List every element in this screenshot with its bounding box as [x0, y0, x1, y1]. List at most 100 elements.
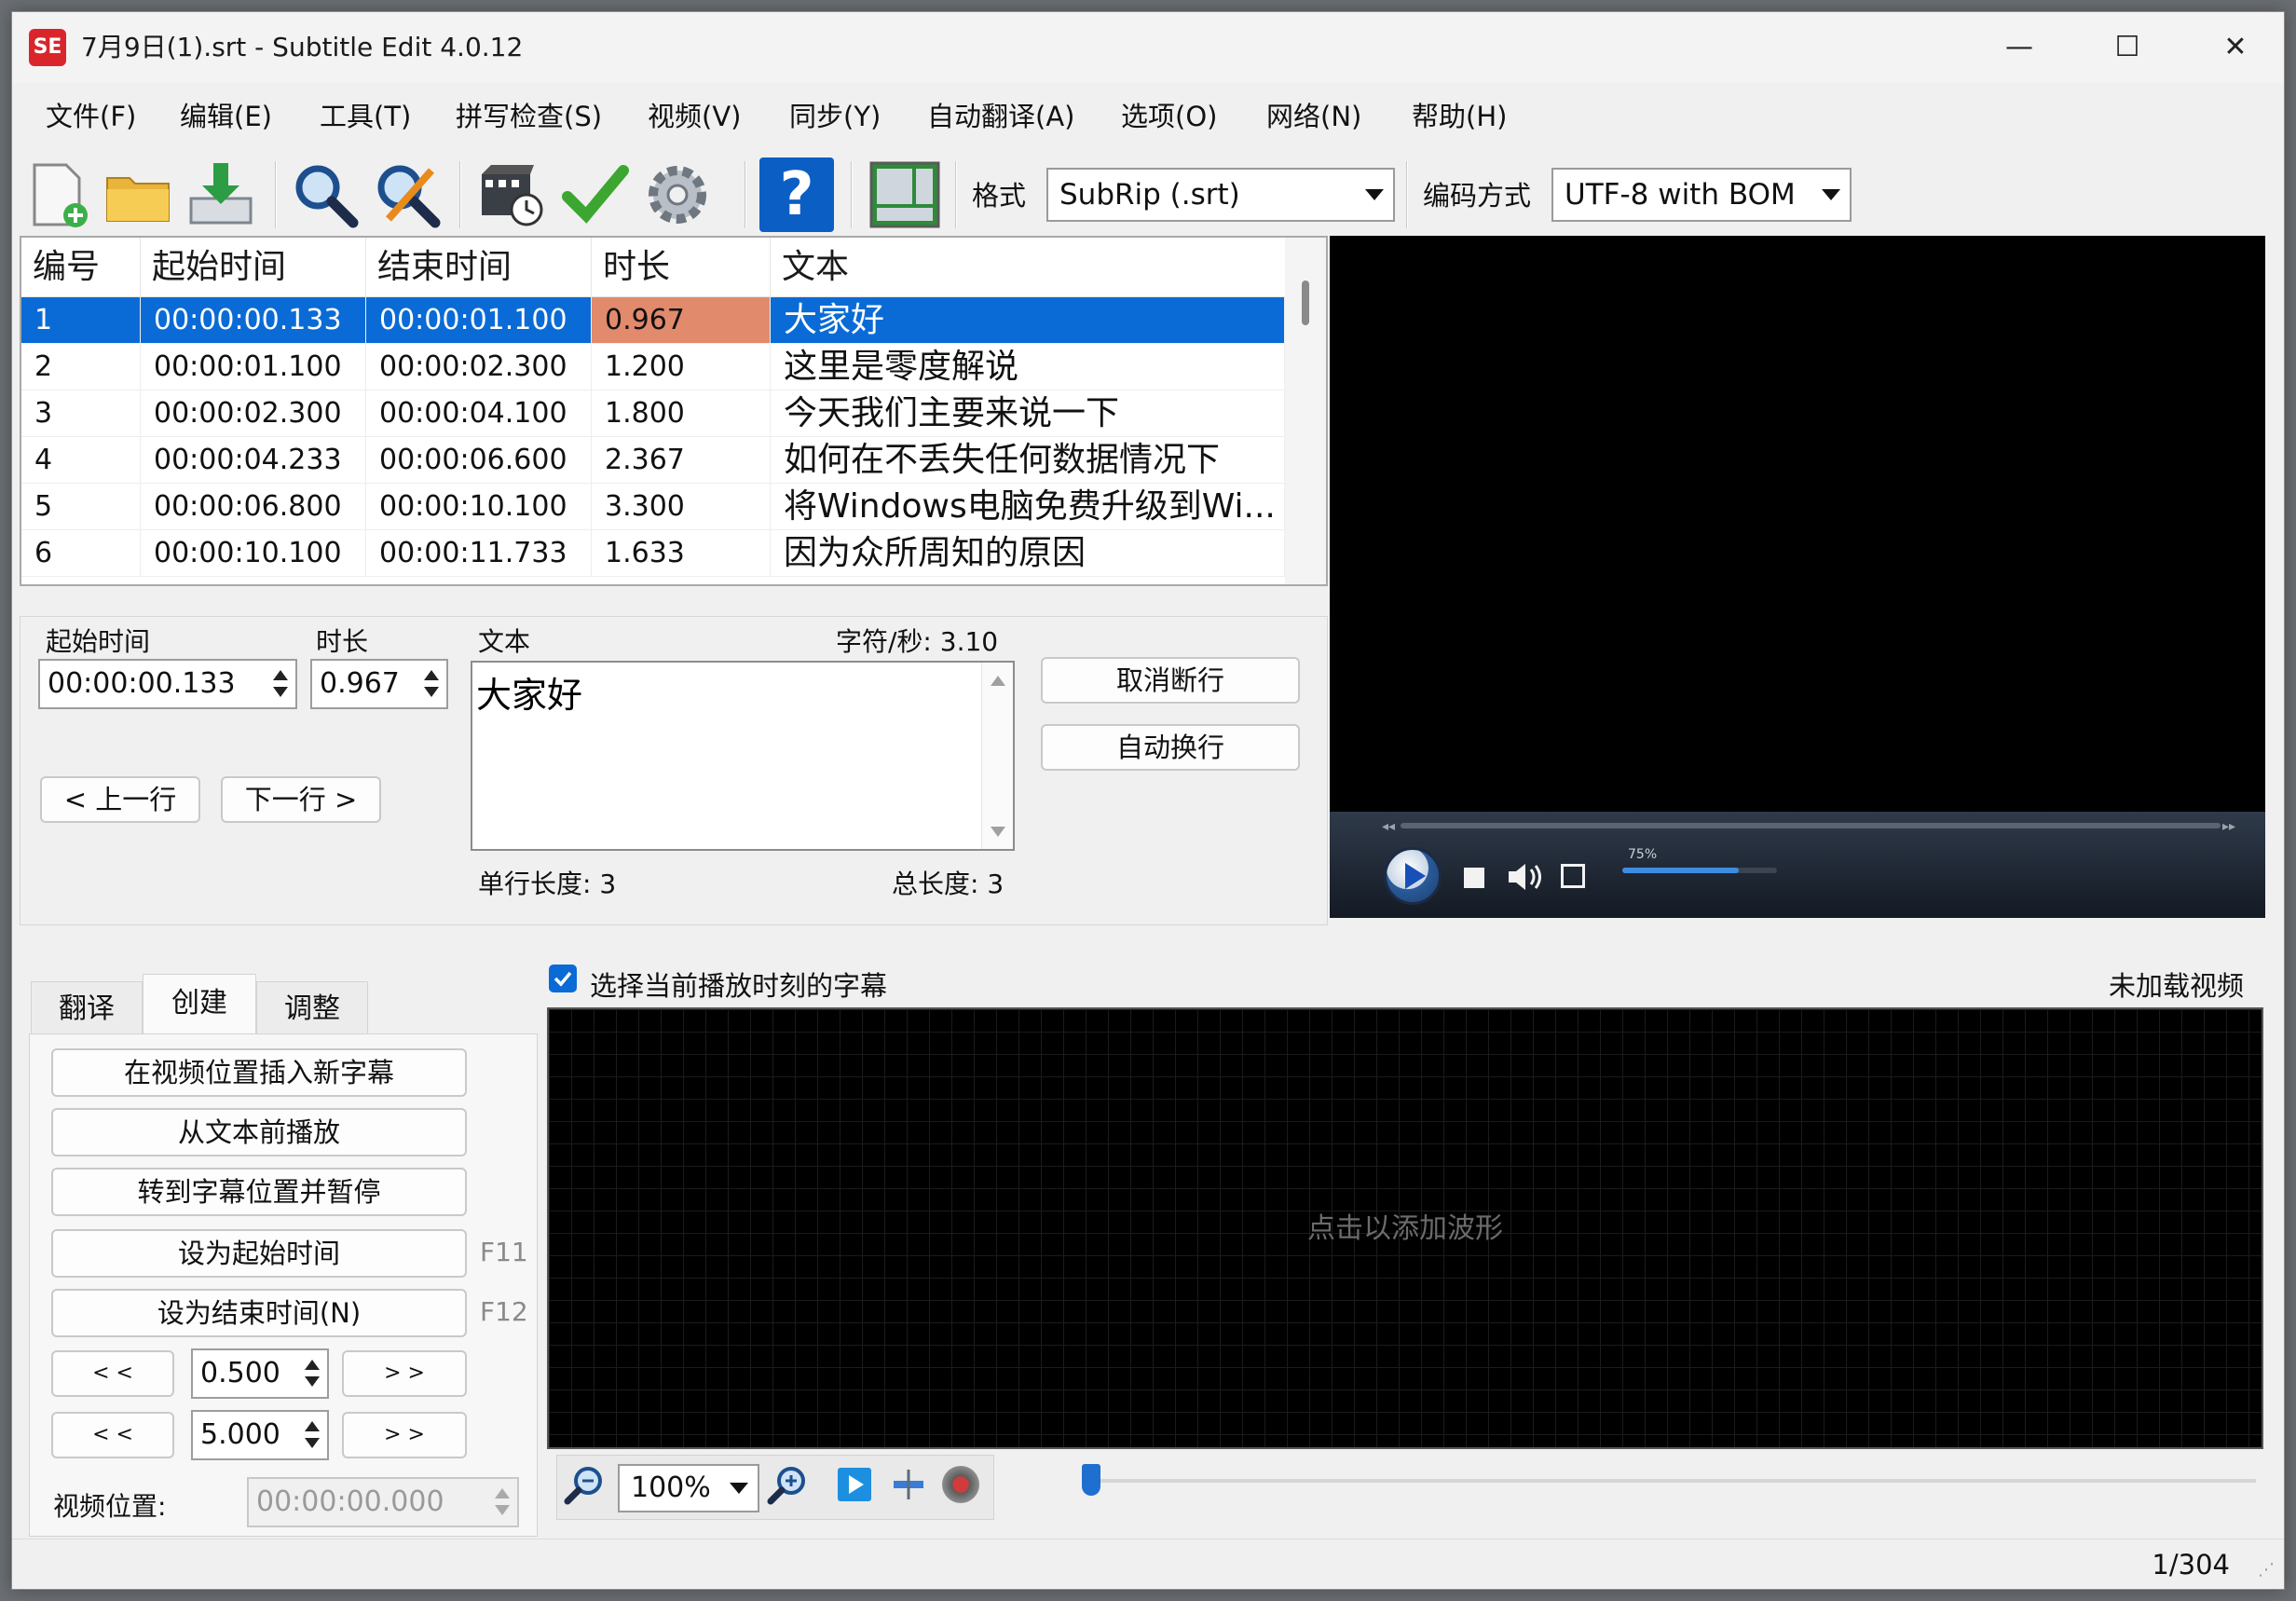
step-forward-button[interactable]: > > — [342, 1350, 467, 1397]
step-large-value: 5.000 — [200, 1418, 280, 1451]
stop-icon[interactable] — [1464, 868, 1484, 888]
open-folder-icon[interactable] — [102, 157, 176, 232]
zoom-select[interactable]: 100% — [618, 1464, 759, 1512]
header-start[interactable]: 起始时间 — [141, 238, 366, 297]
play-from-text-button[interactable]: 从文本前播放 — [51, 1108, 467, 1156]
start-time-input[interactable]: 00:00:00.133 — [38, 659, 297, 709]
menu-video[interactable]: 视频(V) — [648, 83, 741, 150]
menu-network[interactable]: 网络(N) — [1266, 83, 1361, 150]
spin-down-icon[interactable] — [424, 687, 439, 697]
menu-tools[interactable]: 工具(T) — [320, 83, 411, 150]
resize-grip-icon[interactable]: ⋰ — [2258, 1560, 2275, 1580]
spin-up-icon[interactable] — [273, 670, 288, 680]
unbreak-button[interactable]: 取消断行 — [1041, 657, 1300, 704]
video-position-input: 00:00:00.000 — [247, 1477, 519, 1527]
volume-icon[interactable] — [1505, 860, 1546, 897]
tab-create[interactable]: 创建 — [143, 974, 256, 1035]
title-bar: SE 7月9日(1).srt - Subtitle Edit 4.0.12 — … — [12, 12, 2284, 83]
table-row[interactable]: 2 00:00:01.100 00:00:02.300 1.200 这里是零度解… — [21, 344, 1285, 390]
prev-line-button[interactable]: < 上一行 — [40, 776, 200, 823]
table-row[interactable]: 6 00:00:10.100 00:00:11.733 1.633 因为众所周知… — [21, 530, 1285, 577]
encoding-select-value: UTF-8 with BOM — [1565, 178, 1796, 212]
replace-icon[interactable] — [370, 157, 444, 232]
spin-down-icon[interactable] — [305, 1376, 320, 1387]
waveform-position-track[interactable] — [1100, 1479, 2256, 1483]
table-row-selected[interactable]: 1 00:00:00.133 00:00:01.100 0.967 大家好 — [21, 297, 1285, 344]
volume-slider[interactable] — [1622, 868, 1777, 873]
grid-scrollbar[interactable] — [1285, 238, 1326, 584]
auto-break-button[interactable]: 自动换行 — [1041, 724, 1300, 771]
menu-spellcheck[interactable]: 拼写检查(S) — [456, 83, 602, 150]
minimize-button[interactable]: — — [1965, 12, 2073, 83]
waveform-position-thumb[interactable] — [1082, 1464, 1100, 1496]
header-end[interactable]: 结束时间 — [366, 238, 592, 297]
close-button[interactable]: ✕ — [2181, 12, 2284, 83]
scroll-up-icon[interactable] — [991, 676, 1005, 686]
start-time-value: 00:00:00.133 — [48, 667, 236, 700]
step-small-input[interactable]: 0.500 — [191, 1348, 329, 1399]
menu-autotranslate[interactable]: 自动翻译(A) — [927, 83, 1074, 150]
app-logo-icon: SE — [29, 29, 66, 66]
check-icon[interactable] — [558, 157, 633, 232]
step-large-input[interactable]: 5.000 — [191, 1410, 329, 1460]
save-download-icon[interactable] — [184, 157, 258, 232]
sync-selection-label[interactable]: 选择当前播放时刻的字幕 — [590, 965, 887, 1004]
tab-translate[interactable]: 翻译 — [31, 981, 143, 1035]
insert-at-video-button[interactable]: 在视频位置插入新字幕 — [51, 1048, 467, 1097]
video-sync-icon[interactable] — [474, 157, 549, 232]
settings-gear-icon[interactable] — [640, 157, 715, 232]
goto-and-pause-button[interactable]: 转到字幕位置并暂停 — [51, 1168, 467, 1216]
play-waveform-icon[interactable] — [838, 1468, 871, 1501]
table-row[interactable]: 5 00:00:06.800 00:00:10.100 3.300 将Windo… — [21, 484, 1285, 530]
record-icon[interactable] — [942, 1466, 979, 1503]
set-start-time-button[interactable]: 设为起始时间 — [51, 1229, 467, 1278]
step-back-button[interactable]: < < — [51, 1350, 174, 1397]
spin-up-icon[interactable] — [305, 1421, 320, 1431]
sync-selection-checkbox[interactable] — [549, 965, 577, 992]
spin-down-icon[interactable] — [305, 1438, 320, 1448]
subtitle-text-editor[interactable]: 大家好 — [471, 661, 1015, 851]
spin-up-icon[interactable] — [305, 1360, 320, 1370]
header-number[interactable]: 编号 — [21, 238, 141, 297]
play-button[interactable] — [1384, 847, 1442, 905]
menu-file[interactable]: 文件(F) — [46, 83, 136, 150]
set-end-time-button[interactable]: 设为结束时间(N) — [51, 1289, 467, 1337]
table-row[interactable]: 3 00:00:02.300 00:00:04.100 1.800 今天我们主要… — [21, 390, 1285, 437]
insert-marker-icon[interactable] — [890, 1468, 927, 1505]
menu-edit[interactable]: 编辑(E) — [180, 83, 272, 150]
fullscreen-icon[interactable] — [1561, 864, 1585, 888]
help-icon[interactable]: ? — [759, 157, 834, 232]
encoding-select[interactable]: UTF-8 with BOM — [1551, 168, 1852, 222]
menu-help[interactable]: 帮助(H) — [1412, 83, 1507, 150]
text-scrollbar[interactable] — [981, 663, 1013, 849]
spin-up-icon[interactable] — [424, 670, 439, 680]
zoom-in-icon[interactable] — [765, 1462, 812, 1512]
big-step-forward-button[interactable]: > > — [342, 1412, 467, 1458]
new-file-icon[interactable] — [21, 157, 96, 232]
big-step-back-button[interactable]: < < — [51, 1412, 174, 1458]
next-line-button[interactable]: 下一行 > — [221, 776, 381, 823]
header-text[interactable]: 文本 — [771, 238, 1285, 297]
zoom-out-icon[interactable] — [562, 1462, 608, 1512]
rewind-icon[interactable]: ◂◂ — [1382, 819, 1395, 834]
waveform-panel[interactable]: 点击以添加波形 — [547, 1007, 2263, 1449]
maximize-button[interactable]: ☐ — [2073, 12, 2181, 83]
menu-options[interactable]: 选项(O) — [1121, 83, 1217, 150]
menu-sync[interactable]: 同步(Y) — [789, 83, 881, 150]
find-icon[interactable] — [288, 157, 362, 232]
duration-input[interactable]: 0.967 — [310, 659, 448, 709]
fast-forward-icon[interactable]: ▸▸ — [2222, 819, 2235, 834]
subtitle-text-content: 大家好 — [476, 675, 583, 716]
subtitle-grid[interactable]: 编号 起始时间 结束时间 时长 文本 1 00:00:00.133 00:00:… — [20, 236, 1328, 586]
header-duration[interactable]: 时长 — [592, 238, 771, 297]
video-seek-bar[interactable] — [1401, 823, 2221, 828]
table-row[interactable]: 4 00:00:04.233 00:00:06.600 2.367 如何在不丢失… — [21, 437, 1285, 484]
spin-down-icon[interactable] — [273, 687, 288, 697]
cell-start: 00:00:01.100 — [141, 344, 366, 390]
grid-scrollbar-thumb[interactable] — [1302, 281, 1309, 325]
format-select[interactable]: SubRip (.srt) — [1046, 168, 1395, 222]
volume-percent: 75% — [1628, 847, 1658, 862]
tab-adjust[interactable]: 调整 — [256, 981, 368, 1035]
scroll-down-icon[interactable] — [991, 827, 1005, 837]
layout-icon[interactable] — [868, 157, 942, 232]
